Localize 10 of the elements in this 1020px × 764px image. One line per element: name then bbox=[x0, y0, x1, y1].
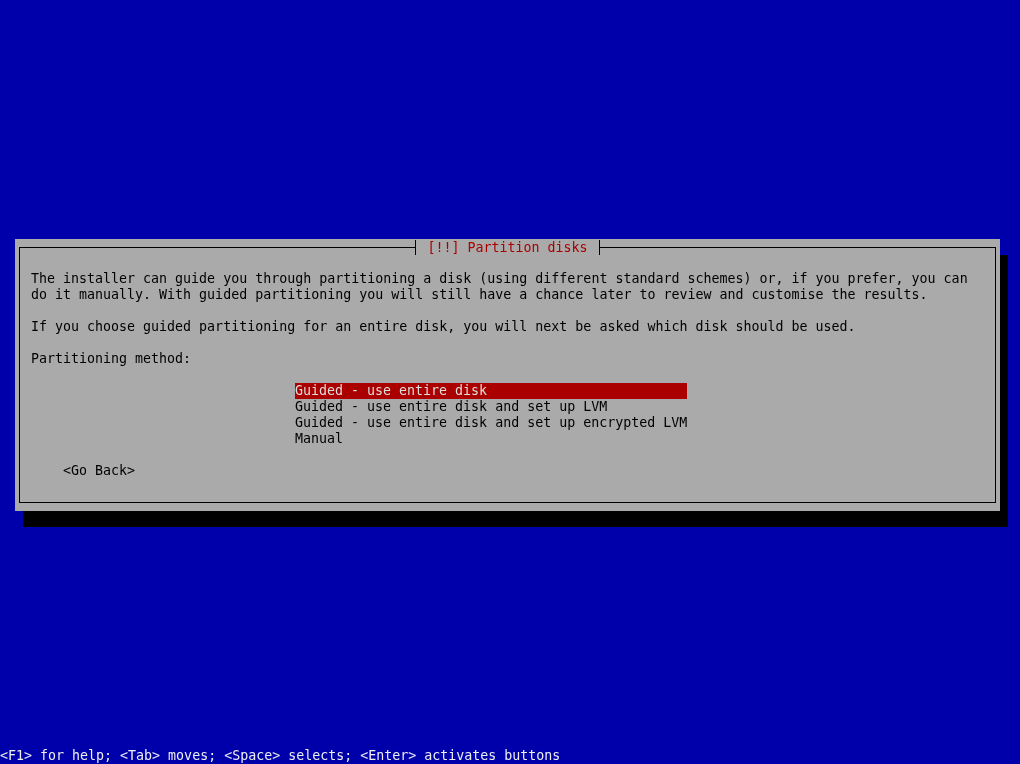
status-bar-text: <F1> for help; <Tab> moves; <Space> selects; <Enter> activates buttons bbox=[0, 748, 562, 764]
list-option[interactable]: Manual bbox=[295, 431, 688, 447]
go-back-button[interactable]: <Go Back> bbox=[63, 463, 136, 479]
description-text: If you choose guided partitioning for an entire disk, you will next be asked which disk should be used. bbox=[31, 319, 857, 335]
prompt-label: Partitioning method: bbox=[31, 351, 193, 367]
list-option[interactable]: Guided - use entire disk and set up encrypted LVM bbox=[295, 415, 688, 431]
description-text: The installer can guide you through partitioning a disk (using different standard schemes) or, if you prefer, you can do it manually. With guided partitioning you will still have a chance later to review and customise the results. bbox=[31, 271, 969, 303]
list-option[interactable]: Guided - use entire disk bbox=[295, 383, 688, 399]
dialog-title: [!!] Partition disks bbox=[415, 240, 600, 255]
list-option[interactable]: Guided - use entire disk and set up LVM bbox=[295, 399, 688, 415]
